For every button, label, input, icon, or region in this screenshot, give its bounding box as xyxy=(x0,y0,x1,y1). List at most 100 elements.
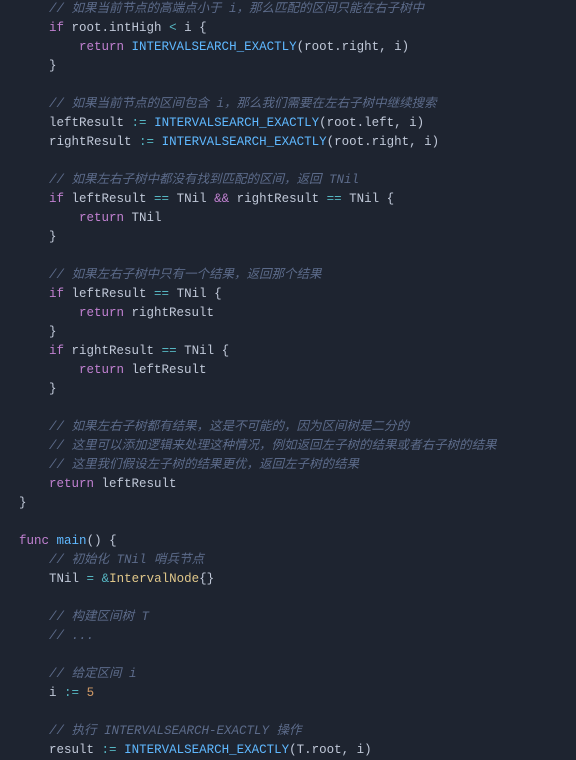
token-op: = xyxy=(87,572,95,586)
token-pn: { xyxy=(387,192,395,206)
token-id: leftResult xyxy=(124,363,207,377)
token-pn: ( xyxy=(327,135,335,149)
token-op: == xyxy=(327,192,342,206)
token-cmt: // 如果左右子树中只有一个结果，返回那个结果 xyxy=(49,268,322,282)
indent xyxy=(4,591,19,605)
indent xyxy=(4,59,49,73)
token-cmt: // 构建区间树 T xyxy=(49,610,149,624)
token-id: leftResult xyxy=(49,116,132,130)
token-pn: () { xyxy=(87,534,117,548)
code-line xyxy=(4,513,576,532)
token-pn: ) xyxy=(402,40,410,54)
token-op: == xyxy=(154,192,169,206)
code-line: // 如果当前节点的区间包含 i，那么我们需要在左右子树中继续搜索 xyxy=(4,95,576,114)
token-id: root.intHigh xyxy=(64,21,169,35)
token-op: := xyxy=(102,743,117,757)
token-pn: } xyxy=(49,382,57,396)
code-line: } xyxy=(4,228,576,247)
token-fn: INTERVALSEARCH_EXACTLY xyxy=(162,135,327,149)
indent xyxy=(4,724,49,738)
code-line: // 这里我们假设左子树的结果更优，返回左子树的结果 xyxy=(4,456,576,475)
token-id: TNil xyxy=(169,287,214,301)
token-id: leftResult xyxy=(64,192,154,206)
token-id xyxy=(94,572,102,586)
token-op: := xyxy=(64,686,79,700)
code-line: TNil = &IntervalNode{} xyxy=(4,570,576,589)
token-id: rightResult xyxy=(64,344,162,358)
indent xyxy=(4,211,79,225)
indent xyxy=(4,743,49,757)
token-pn: { xyxy=(214,287,222,301)
indent xyxy=(4,515,19,529)
code-line: // 构建区间树 T xyxy=(4,608,576,627)
code-line: // 初始化 TNil 哨兵节点 xyxy=(4,551,576,570)
token-cmt: // 执行 INTERVALSEARCH-EXACTLY 操作 xyxy=(49,724,302,738)
code-editor[interactable]: // 如果当前节点的高端点小于 i，那么匹配的区间只能在右子树中 if root… xyxy=(0,0,576,760)
token-kw: return xyxy=(79,363,124,377)
code-line: if leftResult == TNil && rightResult == … xyxy=(4,190,576,209)
code-line: return TNil xyxy=(4,209,576,228)
code-line xyxy=(4,703,576,722)
token-cmt: // 给定区间 i xyxy=(49,667,137,681)
token-id xyxy=(49,534,57,548)
token-cmt: // 这里可以添加逻辑来处理这种情况，例如返回左子树的结果或者右子树的结果 xyxy=(49,439,497,453)
token-op: := xyxy=(132,116,147,130)
code-line: return INTERVALSEARCH_EXACTLY(root.right… xyxy=(4,38,576,57)
code-line: // 如果左右子树中都没有找到匹配的区间，返回 TNil xyxy=(4,171,576,190)
token-fn: INTERVALSEARCH_EXACTLY xyxy=(154,116,319,130)
indent xyxy=(4,268,49,282)
indent xyxy=(4,154,19,168)
token-id: T.root, i xyxy=(297,743,365,757)
token-fn: main xyxy=(57,534,87,548)
code-line: } xyxy=(4,323,576,342)
indent xyxy=(4,553,49,567)
indent xyxy=(4,40,79,54)
token-id: TNil xyxy=(342,192,387,206)
token-kw: func xyxy=(19,534,49,548)
code-line: leftResult := INTERVALSEARCH_EXACTLY(roo… xyxy=(4,114,576,133)
token-cmt: // 如果当前节点的区间包含 i，那么我们需要在左右子树中继续搜索 xyxy=(49,97,437,111)
indent xyxy=(4,344,49,358)
code-line: } xyxy=(4,380,576,399)
token-id xyxy=(154,135,162,149)
indent xyxy=(4,420,49,434)
indent xyxy=(4,325,49,339)
token-kw: return xyxy=(79,40,124,54)
token-cmt: // 如果左右子树都有结果，这是不可能的，因为区间树是二分的 xyxy=(49,420,409,434)
code-line: if root.intHigh < i { xyxy=(4,19,576,38)
token-pn: } xyxy=(49,59,57,73)
code-line: return leftResult xyxy=(4,361,576,380)
code-line: func main() { xyxy=(4,532,576,551)
token-id xyxy=(117,743,125,757)
code-line: } xyxy=(4,494,576,513)
code-line: // ... xyxy=(4,627,576,646)
indent xyxy=(4,667,49,681)
token-cmt: // 这里我们假设左子树的结果更优，返回左子树的结果 xyxy=(49,458,359,472)
token-id: leftResult xyxy=(94,477,177,491)
indent xyxy=(4,458,49,472)
token-op: == xyxy=(162,344,177,358)
token-log: && xyxy=(214,192,229,206)
token-kw: if xyxy=(49,192,64,206)
code-line xyxy=(4,76,576,95)
indent xyxy=(4,382,49,396)
token-num: 5 xyxy=(87,686,95,700)
code-line: } xyxy=(4,57,576,76)
code-line xyxy=(4,152,576,171)
indent xyxy=(4,439,49,453)
token-kw: if xyxy=(49,21,64,35)
code-line: // 执行 INTERVALSEARCH-EXACTLY 操作 xyxy=(4,722,576,741)
token-pn: ( xyxy=(289,743,297,757)
token-pn: } xyxy=(19,496,27,510)
code-line: // 给定区间 i xyxy=(4,665,576,684)
indent xyxy=(4,306,79,320)
token-id: TNil xyxy=(124,211,162,225)
token-id: rightResult xyxy=(229,192,327,206)
code-line: i := 5 xyxy=(4,684,576,703)
token-op: := xyxy=(139,135,154,149)
token-pn: ) xyxy=(364,743,372,757)
indent xyxy=(4,97,49,111)
token-kw: if xyxy=(49,344,64,358)
token-pn: ) xyxy=(417,116,425,130)
indent xyxy=(4,496,19,510)
